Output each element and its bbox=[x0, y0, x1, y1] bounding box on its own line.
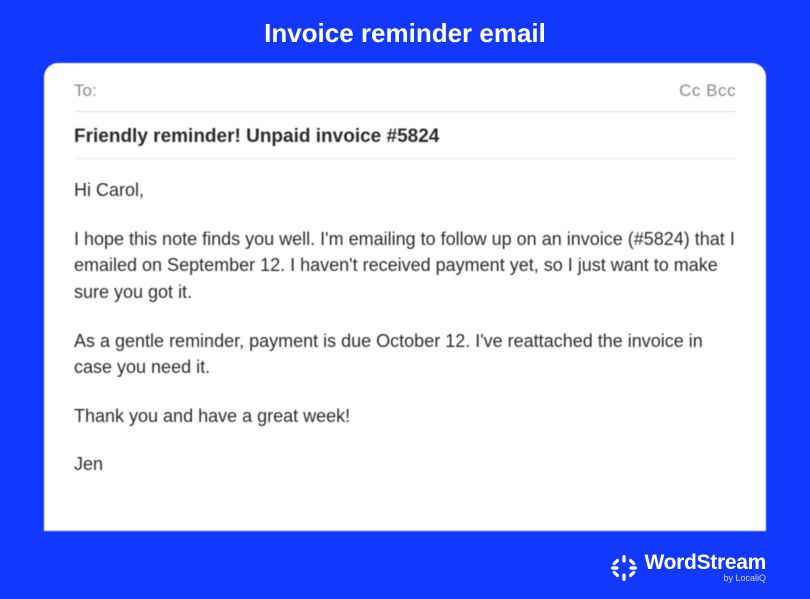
email-body: Hi Carol, I hope this note finds you wel… bbox=[74, 177, 736, 478]
cc-bcc-label: Cc Bcc bbox=[679, 81, 736, 101]
page-title: Invoice reminder email bbox=[0, 0, 810, 63]
email-header-row: To: Cc Bcc bbox=[74, 81, 736, 112]
footer-brand-name: WordStream bbox=[645, 552, 766, 573]
email-subject: Friendly reminder! Unpaid invoice #5824 bbox=[74, 112, 736, 159]
email-paragraph-3: Thank you and have a great week! bbox=[74, 403, 736, 430]
footer-logo: WordStream by LocaliQ bbox=[611, 552, 766, 583]
email-paragraph-1: I hope this note finds you well. I'm ema… bbox=[74, 226, 736, 306]
email-card: To: Cc Bcc Friendly reminder! Unpaid inv… bbox=[44, 63, 766, 531]
email-paragraph-2: As a gentle reminder, payment is due Oct… bbox=[74, 328, 736, 381]
footer-logo-text: WordStream by LocaliQ bbox=[645, 552, 766, 583]
footer-byline: by LocaliQ bbox=[645, 574, 766, 583]
email-greeting: Hi Carol, bbox=[74, 177, 736, 204]
email-signature: Jen bbox=[74, 451, 736, 478]
to-label: To: bbox=[74, 81, 97, 101]
wordstream-logo-icon bbox=[611, 555, 637, 581]
